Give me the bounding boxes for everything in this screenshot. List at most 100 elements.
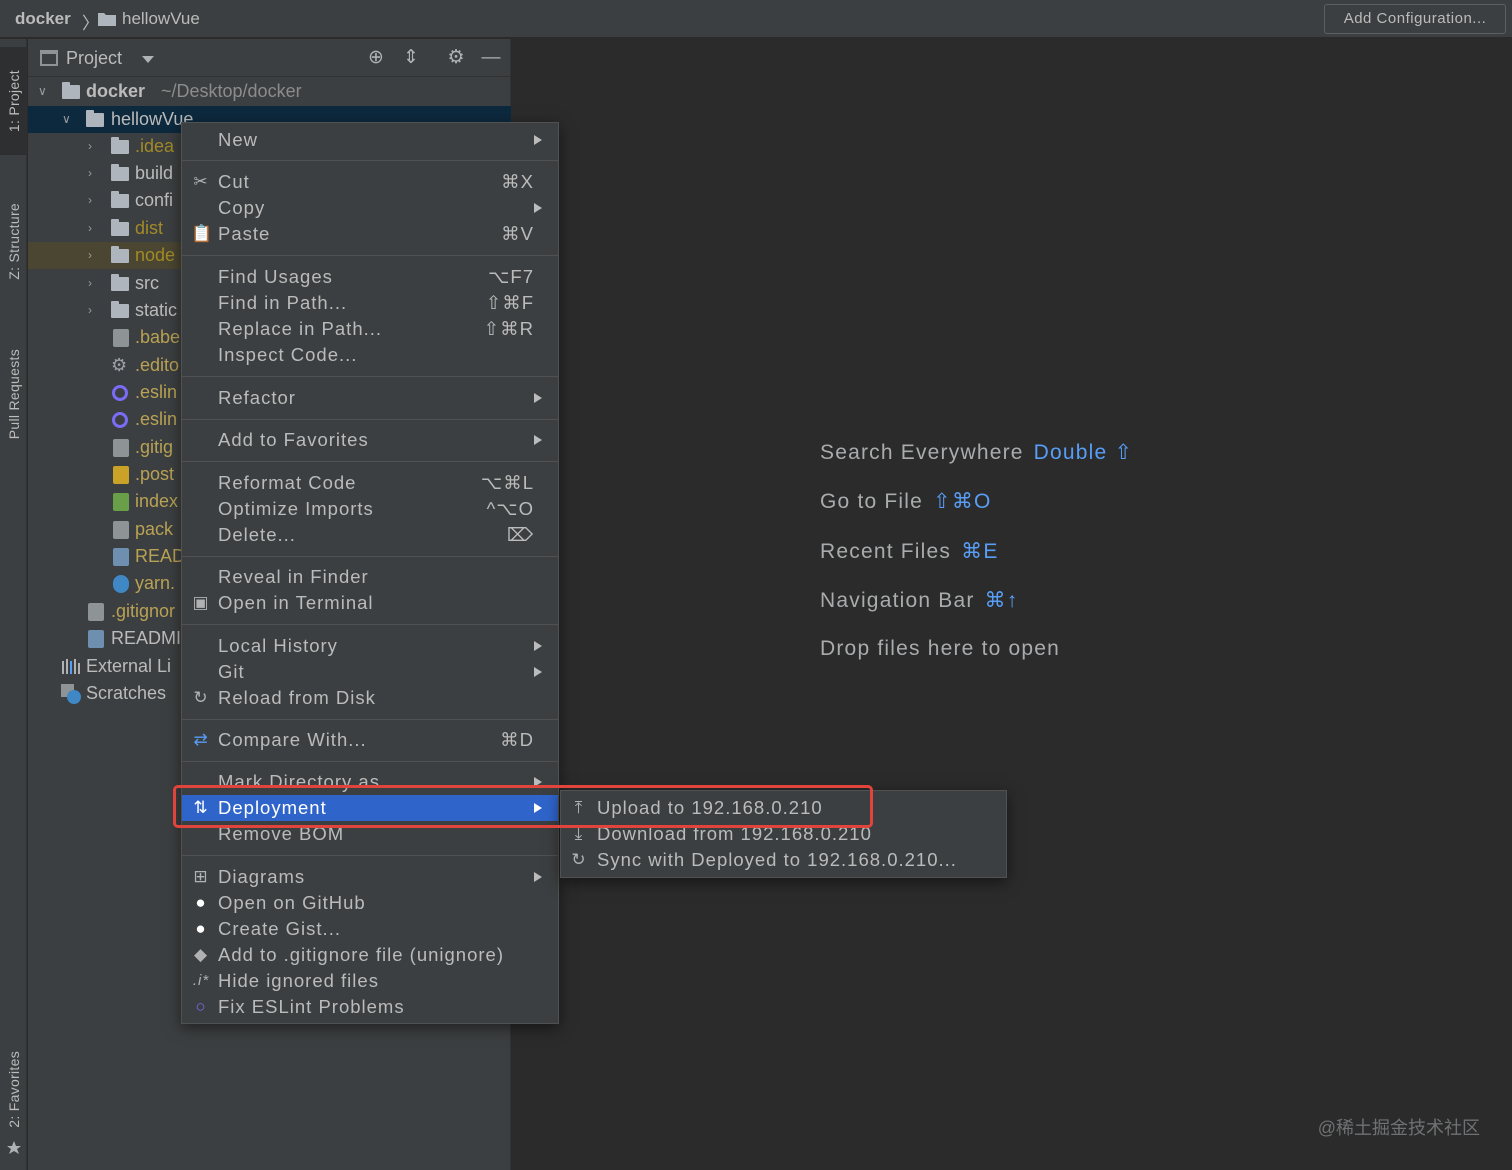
menu-label: Add to Favorites xyxy=(218,429,369,450)
menu-item-open-in-terminal[interactable]: ▣ Open in Terminal xyxy=(182,590,558,616)
menu-item-compare-with[interactable]: ⇄ Compare With... ⌘D xyxy=(182,727,558,753)
breadcrumb-child[interactable]: hellowVue xyxy=(122,9,200,29)
chevron-down-icon[interactable] xyxy=(142,56,154,63)
tree-item-label: pack xyxy=(135,519,174,539)
menu-shortcut: ⇧⌘R xyxy=(483,318,534,339)
menu-label: Hide ignored files xyxy=(218,970,379,991)
menu-item-git[interactable]: Git xyxy=(182,659,558,685)
folder-icon xyxy=(98,13,116,26)
menu-shortcut: ⌘V xyxy=(501,223,534,244)
menu-item-delete[interactable]: Delete... ⌦ xyxy=(182,522,558,548)
chevron-right-icon[interactable]: › xyxy=(88,160,92,187)
tab-favorites[interactable]: 2: Favorites xyxy=(0,1039,27,1139)
hint-label: Go to File xyxy=(820,490,924,513)
hide-ignored-icon: .i* xyxy=(192,972,210,989)
menu-item-add-to-gitignore[interactable]: ◆ Add to .gitignore file (unignore) xyxy=(182,942,558,968)
menu-item-reload-from-disk[interactable]: ↻ Reload from Disk xyxy=(182,685,558,711)
menu-item-open-on-github[interactable]: ● Open on GitHub xyxy=(182,890,558,916)
chevron-right-icon[interactable]: › xyxy=(88,187,92,214)
menu-item-replace-in-path[interactable]: Replace in Path... ⇧⌘R xyxy=(182,316,558,342)
menu-separator xyxy=(182,419,558,420)
submenu-item-upload[interactable]: ⤒ Upload to 192.168.0.210 xyxy=(561,795,1006,821)
menu-item-optimize-imports[interactable]: Optimize Imports ^⌥O xyxy=(182,496,558,522)
github-icon: ● xyxy=(195,919,207,938)
tree-item-path: ~/Desktop/docker xyxy=(161,81,302,101)
chevron-right-icon[interactable]: › xyxy=(88,270,92,297)
menu-shortcut: ⌥F7 xyxy=(488,266,534,287)
menu-item-mark-directory[interactable]: Mark Directory as xyxy=(182,769,558,795)
gear-icon: ⚙ xyxy=(111,355,128,375)
menu-item-local-history[interactable]: Local History xyxy=(182,633,558,659)
menu-item-remove-bom[interactable]: Remove BOM xyxy=(182,821,558,847)
chevron-down-icon[interactable]: ∨ xyxy=(62,106,71,133)
tree-item-label: .eslin xyxy=(135,409,178,429)
menu-item-create-gist[interactable]: ● Create Gist... xyxy=(182,916,558,942)
panel-header: Project ⊕ ⇕ ⚙ — xyxy=(28,39,511,77)
menu-separator xyxy=(182,719,558,720)
hint-shortcut: Double ⇧ xyxy=(1033,441,1134,464)
file-icon xyxy=(113,439,129,457)
menu-shortcut: ⌘D xyxy=(500,729,534,750)
menu-label: New xyxy=(218,129,259,150)
menu-label: Open on GitHub xyxy=(218,892,366,913)
add-configuration-button[interactable]: Add Configuration... xyxy=(1324,4,1506,34)
submenu-item-sync[interactable]: ↻ Sync with Deployed to 192.168.0.210... xyxy=(561,847,1006,873)
gear-icon[interactable]: ⚙ xyxy=(445,47,467,69)
menu-item-inspect-code[interactable]: Inspect Code... xyxy=(182,342,558,368)
menu-item-find-usages[interactable]: Find Usages ⌥F7 xyxy=(182,264,558,290)
chevron-down-icon[interactable]: ∨ xyxy=(38,78,47,105)
menu-separator xyxy=(182,556,558,557)
menu-label: Optimize Imports xyxy=(218,498,374,519)
github-icon: ● xyxy=(195,893,207,912)
scratches-icon xyxy=(61,684,81,704)
tab-pull-requests[interactable]: Pull Requests xyxy=(0,329,27,459)
chevron-right-icon[interactable]: › xyxy=(88,133,92,160)
tree-item-label: docker xyxy=(86,81,146,101)
tree-item-label: .babe xyxy=(135,327,181,347)
menu-item-hide-ignored-files[interactable]: .i* Hide ignored files xyxy=(182,968,558,994)
tab-project[interactable]: 1: Project xyxy=(0,47,27,155)
tree-item-docker[interactable]: ∨ docker ~/Desktop/docker xyxy=(28,78,511,105)
chevron-right-icon[interactable]: › xyxy=(88,297,92,324)
hint-navigation-bar: Navigation Bar ⌘↑ xyxy=(820,588,1018,613)
hide-icon[interactable]: — xyxy=(480,47,502,69)
menu-item-diagrams[interactable]: ⊞ Diagrams xyxy=(182,864,558,890)
compare-icon: ⇄ xyxy=(193,730,209,749)
menu-item-new[interactable]: New xyxy=(182,127,558,153)
menu-label: Find in Path... xyxy=(218,292,348,313)
breadcrumb-root[interactable]: docker xyxy=(15,9,71,29)
collapse-all-icon[interactable]: ⇕ xyxy=(400,47,422,69)
menu-item-refactor[interactable]: Refactor xyxy=(182,385,558,411)
context-menu: New ✂ Cut ⌘X Copy 📋 Paste ⌘V Find Usages ⌥F… xyxy=(181,122,559,1024)
panel-title[interactable]: Project xyxy=(66,48,122,69)
file-icon xyxy=(113,329,129,347)
submenu-arrow-icon xyxy=(534,393,542,403)
library-icon xyxy=(62,659,80,674)
locate-icon[interactable]: ⊕ xyxy=(365,47,387,69)
tab-favorites-label: 2: Favorites xyxy=(5,1050,22,1128)
submenu-item-download[interactable]: ⤓ Download from 192.168.0.210 xyxy=(561,821,1006,847)
menu-item-fix-eslint[interactable]: ○ Fix ESLint Problems xyxy=(182,994,558,1020)
menu-item-deployment[interactable]: ⇅ Deployment xyxy=(182,795,558,821)
tab-structure[interactable]: Z: Structure xyxy=(0,179,27,304)
submenu-arrow-icon xyxy=(534,777,542,787)
menu-label: Refactor xyxy=(218,387,296,408)
menu-item-reveal-in-finder[interactable]: Reveal in Finder xyxy=(182,564,558,590)
chevron-right-icon[interactable]: › xyxy=(88,242,92,269)
download-icon: ⤓ xyxy=(574,824,584,843)
menu-item-cut[interactable]: ✂ Cut ⌘X xyxy=(182,169,558,195)
submenu-arrow-icon xyxy=(534,803,542,813)
tree-item-label: index xyxy=(135,491,179,511)
menu-shortcut: ⌘X xyxy=(501,171,534,192)
tree-item-label: confi xyxy=(135,190,174,210)
menu-item-reformat-code[interactable]: Reformat Code ⌥⌘L xyxy=(182,470,558,496)
menu-label: Compare With... xyxy=(218,729,367,750)
chevron-right-icon[interactable]: › xyxy=(88,215,92,242)
menu-item-find-in-path[interactable]: Find in Path... ⇧⌘F xyxy=(182,290,558,316)
menu-label: Upload to 192.168.0.210 xyxy=(597,797,823,818)
menu-label: Cut xyxy=(218,171,250,192)
hint-label: Search Everywhere xyxy=(820,441,1024,464)
menu-item-paste[interactable]: 📋 Paste ⌘V xyxy=(182,221,558,247)
menu-item-add-to-favorites[interactable]: Add to Favorites xyxy=(182,427,558,453)
menu-item-copy[interactable]: Copy xyxy=(182,195,558,221)
